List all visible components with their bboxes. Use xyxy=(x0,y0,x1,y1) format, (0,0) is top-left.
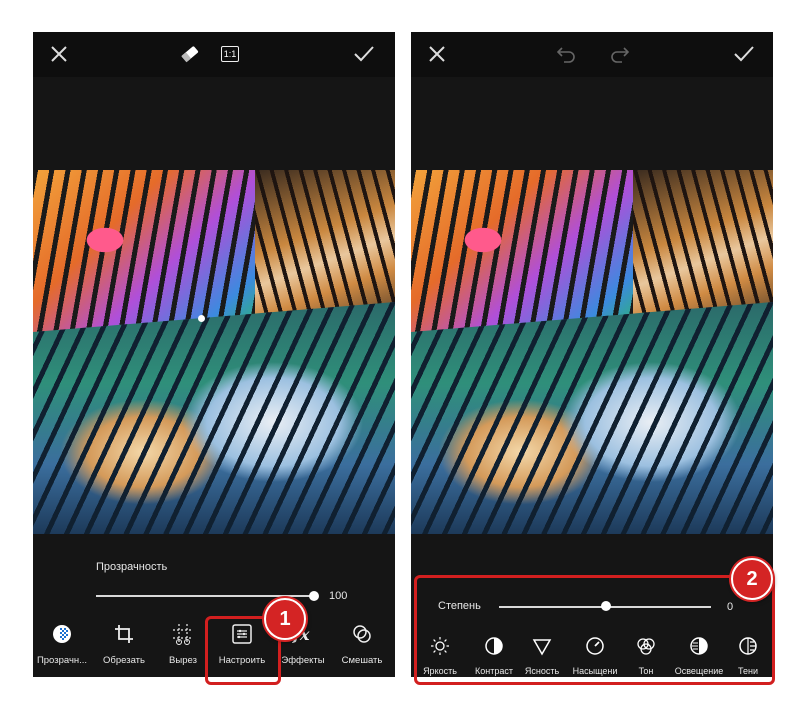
opacity-slider-track[interactable] xyxy=(96,595,314,597)
tiger-photo-roaring xyxy=(411,170,633,332)
tiger-photo-overlay[interactable] xyxy=(33,302,395,534)
apply-check-icon[interactable] xyxy=(353,43,375,65)
aspect-ratio-button[interactable]: 1:1 xyxy=(219,43,241,65)
close-icon[interactable] xyxy=(48,43,70,65)
tiger-photo-roaring xyxy=(33,170,255,332)
redo-icon[interactable] xyxy=(609,43,631,65)
top-bar: 1:1 xyxy=(33,32,395,77)
callout-badge-1: 1 xyxy=(264,598,306,640)
photo-collage-canvas[interactable] xyxy=(411,170,773,534)
tool-crop[interactable]: Обрезать xyxy=(96,617,152,677)
tool-label: Обрезать xyxy=(103,655,145,666)
photo-collage-canvas[interactable] xyxy=(33,170,395,534)
callout-highlight-adjust-panel xyxy=(414,575,775,685)
undo-icon[interactable] xyxy=(555,43,577,65)
top-bar xyxy=(411,32,773,77)
tool-label: Эффекты xyxy=(281,655,325,666)
tool-transparency[interactable]: Прозрачн... xyxy=(35,617,89,677)
apply-check-icon[interactable] xyxy=(733,43,755,65)
eraser-icon[interactable] xyxy=(179,43,201,65)
tool-label: Прозрачн... xyxy=(36,655,88,666)
tool-label: Вырез xyxy=(169,655,197,666)
left-editor-screen: 1:1 Прозрачность 100 Прозрачн... Обрезат… xyxy=(33,32,395,677)
aspect-ratio-label: 1:1 xyxy=(220,46,240,62)
opacity-slider-thumb[interactable] xyxy=(309,591,319,601)
transparency-icon xyxy=(51,617,73,651)
tool-cutout[interactable]: Вырез xyxy=(157,617,209,677)
cutout-icon xyxy=(171,617,195,651)
tiger-photo-overlay xyxy=(411,302,773,534)
tool-label: Смешать xyxy=(341,655,383,666)
opacity-label: Прозрачность xyxy=(96,561,168,573)
opacity-value: 100 xyxy=(329,590,348,602)
blend-icon xyxy=(351,617,373,651)
callout-badge-2: 2 xyxy=(731,558,773,600)
crop-icon xyxy=(113,617,135,651)
rotate-handle[interactable] xyxy=(198,315,205,322)
tool-blend[interactable]: Смешать xyxy=(335,617,389,677)
close-icon[interactable] xyxy=(426,43,448,65)
